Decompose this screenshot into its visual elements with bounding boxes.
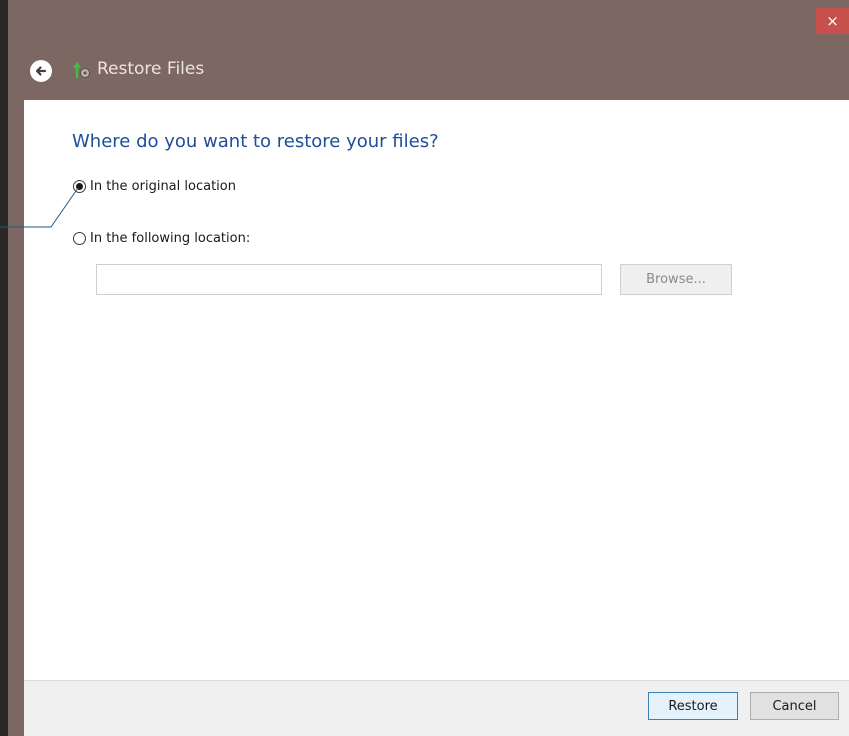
radio-dot <box>76 183 83 190</box>
browse-button[interactable]: Browse... <box>620 264 732 295</box>
cancel-button-label: Cancel <box>772 698 817 714</box>
restore-button[interactable]: Restore <box>648 692 738 720</box>
radio-label-following: In the following location: <box>90 231 251 246</box>
back-arrow-icon <box>35 66 47 76</box>
restore-files-icon <box>73 61 90 79</box>
restore-files-window: × Restore Files Where do you want to res… <box>8 0 849 736</box>
location-path-input[interactable] <box>96 264 602 295</box>
dialog-footer: Restore Cancel <box>24 680 849 736</box>
radio-label-original: In the original location <box>90 179 236 194</box>
radio-original-location[interactable]: In the original location <box>73 179 236 194</box>
cancel-button[interactable]: Cancel <box>750 692 839 720</box>
radio-button-selected[interactable] <box>73 180 86 193</box>
close-button[interactable]: × <box>816 8 849 34</box>
back-button[interactable] <box>30 60 52 82</box>
radio-following-location[interactable]: In the following location: <box>73 231 250 246</box>
page-heading: Where do you want to restore your files? <box>72 131 439 152</box>
radio-button-unselected[interactable] <box>73 232 86 245</box>
browse-button-label: Browse... <box>646 272 706 287</box>
desktop-background <box>0 0 8 736</box>
main-content: Where do you want to restore your files?… <box>24 100 849 680</box>
restore-button-label: Restore <box>668 698 718 714</box>
title-bar: × Restore Files <box>8 0 849 100</box>
close-icon: × <box>826 12 839 30</box>
window-title: Restore Files <box>97 59 205 79</box>
